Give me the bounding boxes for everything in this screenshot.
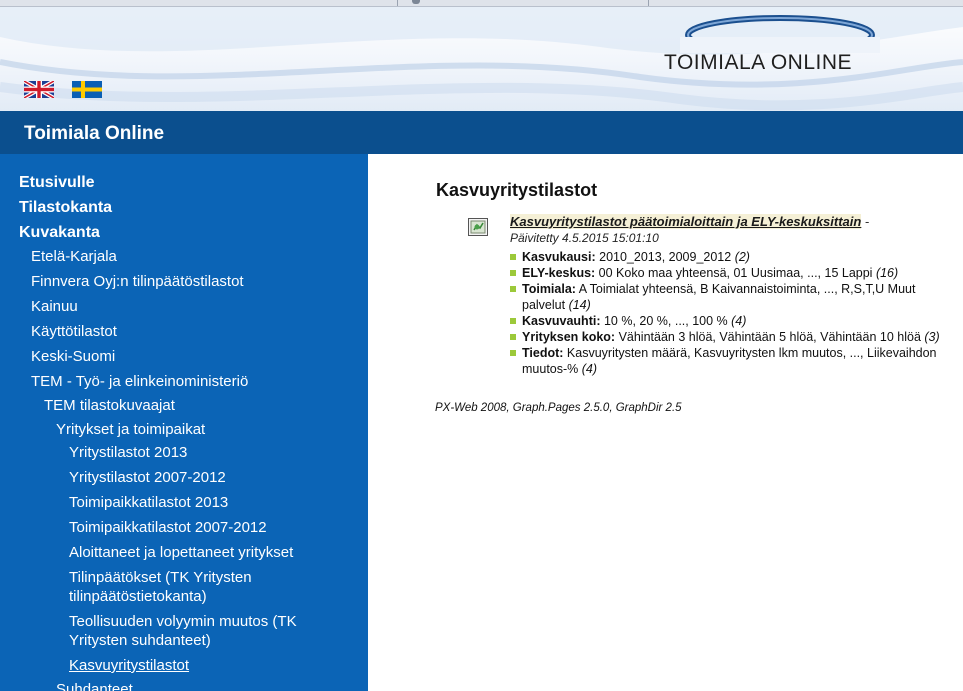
variable-name: ELY-keskus:: [522, 266, 596, 280]
swedish-flag-icon[interactable]: [72, 81, 102, 98]
variable-count: (14): [568, 298, 591, 312]
sidebar-item-tilinpaatokset[interactable]: Tilinpäätökset (TK Yritysten tilinpäätös…: [69, 568, 252, 606]
sidebar-item-yritystilastot-2013[interactable]: Yritystilastot 2013: [69, 443, 187, 462]
list-item: Toimiala: A Toimialat yhteensä, B Kaivan…: [510, 281, 954, 313]
sidebar-item-suhdanteet[interactable]: Suhdanteet: [56, 680, 133, 691]
sidebar-item-keski-suomi[interactable]: Keski-Suomi: [31, 347, 115, 366]
list-item: Tiedot: Kasvuyritysten määrä, Kasvuyrity…: [510, 345, 954, 377]
site-title: Toimiala Online: [24, 123, 165, 144]
chrome-divider: [648, 0, 649, 6]
page-title: Kasvuyritystilastot: [436, 180, 598, 200]
variable-values: Vähintään 3 hlöä, Vähintään 5 hlöä, Vähi…: [615, 330, 925, 344]
sidebar-item-kainuu[interactable]: Kainuu: [31, 297, 78, 316]
bullet-icon: [510, 350, 516, 356]
variable-name: Tiedot:: [522, 346, 564, 360]
logo-swoosh-icon: [680, 15, 880, 53]
bullet-icon: [510, 286, 516, 292]
browser-chrome-strip: [0, 0, 963, 7]
title-bar: Toimiala Online: [0, 111, 963, 154]
graph-link[interactable]: Kasvuyritystilastot päätoimialoittain ja…: [510, 214, 862, 229]
list-item: Yrityksen koko: Vähintään 3 hlöä, Vähint…: [510, 329, 954, 345]
variable-count: (4): [581, 362, 598, 376]
nav-link-tilastokanta[interactable]: Tilastokanta: [19, 198, 112, 217]
sidebar-item-label: Teollisuuden volyymin muutos (TK: [69, 613, 297, 630]
entry-dash: -: [861, 214, 870, 229]
variable-name: Toimiala:: [522, 282, 576, 296]
variable-list: Kasvukausi: 2010_2013, 2009_2012 (2) ELY…: [510, 249, 960, 377]
graph-entry: Kasvuyritystilastot päätoimialoittain ja…: [510, 214, 960, 377]
chrome-divider: [397, 0, 398, 6]
english-flag-icon[interactable]: [24, 81, 54, 98]
bullet-icon: [510, 318, 516, 324]
sidebar-item-tem-tilastokuvaajat[interactable]: TEM tilastokuvaajat: [44, 396, 175, 415]
sidebar-item-aloittaneet-ja-lopettaneet[interactable]: Aloittaneet ja lopettaneet yritykset: [69, 543, 293, 562]
variable-name: Yrityksen koko:: [522, 330, 616, 344]
variable-name: Kasvuvauhti:: [522, 314, 601, 328]
sidebar-item-yritystilastot-2007-2012[interactable]: Yritystilastot 2007-2012: [69, 468, 226, 487]
variable-count: (2): [734, 250, 750, 264]
entry-title-line: Kasvuyritystilastot päätoimialoittain ja…: [510, 214, 960, 230]
sidebar-item-label: tilinpäätöstietokanta): [69, 588, 207, 605]
table-icon[interactable]: [468, 218, 488, 236]
variable-name: Kasvukausi:: [522, 250, 596, 264]
bullet-icon: [510, 270, 516, 276]
sidebar-item-yritykset-ja-toimipaikat[interactable]: Yritykset ja toimipaikat: [56, 420, 205, 439]
sidebar-item-label: Tilinpäätökset (TK Yritysten: [69, 569, 252, 586]
site-banner: TOIMIALA ONLINE: [0, 7, 963, 111]
variable-values: 2010_2013, 2009_2012: [595, 250, 735, 264]
sidebar-item-toimipaikkatilastot-2013[interactable]: Toimipaikkatilastot 2013: [69, 493, 228, 512]
sidebar-item-teollisuuden-volyymin-muutos[interactable]: Teollisuuden volyymin muutos (TK Yrityst…: [69, 612, 297, 650]
sidebar-item-tem[interactable]: TEM - Työ- ja elinkeinoministeriö: [31, 372, 248, 391]
variable-values: 00 Koko maa yhteensä, 01 Uusimaa, ..., 1…: [595, 266, 876, 280]
nav-link-etusivulle[interactable]: Etusivulle: [19, 173, 95, 192]
variable-count: (16): [875, 266, 899, 280]
sidebar-item-etela-karjala[interactable]: Etelä-Karjala: [31, 247, 117, 266]
list-item: Kasvukausi: 2010_2013, 2009_2012 (2): [510, 249, 954, 265]
chrome-tab-handle: [412, 0, 420, 4]
sidebar-item-kasvuyritystilastot[interactable]: Kasvuyritystilastot: [69, 656, 189, 675]
version-footer: PX-Web 2008, Graph.Pages 2.5.0, GraphDir…: [435, 402, 682, 414]
sidebar-item-finnvera[interactable]: Finnvera Oyj:n tilinpäätöstilastot: [31, 272, 244, 291]
bullet-icon: [510, 254, 516, 260]
variable-values: 10 %, 20 %, ..., 100 %: [600, 314, 732, 328]
variable-count: (4): [731, 314, 747, 328]
list-item: ELY-keskus: 00 Koko maa yhteensä, 01 Uus…: [510, 265, 954, 281]
sidebar-item-label: Yritysten suhdanteet): [69, 632, 211, 649]
list-item: Kasvuvauhti: 10 %, 20 %, ..., 100 % (4): [510, 313, 954, 329]
sidebar-item-kayttotilastot[interactable]: Käyttötilastot: [31, 322, 117, 341]
nav-link-kuvakanta[interactable]: Kuvakanta: [19, 223, 100, 242]
bullet-icon: [510, 334, 516, 340]
sidebar-nav: Etusivulle Tilastokanta Kuvakanta Etelä-…: [0, 154, 368, 691]
updated-timestamp: Päivitetty 4.5.2015 15:01:10: [510, 231, 659, 245]
main-content: Kasvuyritystilastot Kasvuyritystilastot …: [368, 154, 963, 691]
site-logo-text: TOIMIALA ONLINE: [664, 51, 852, 74]
variable-count: (3): [924, 330, 940, 344]
sidebar-item-toimipaikkatilastot-2007-2012[interactable]: Toimipaikkatilastot 2007-2012: [69, 518, 267, 537]
